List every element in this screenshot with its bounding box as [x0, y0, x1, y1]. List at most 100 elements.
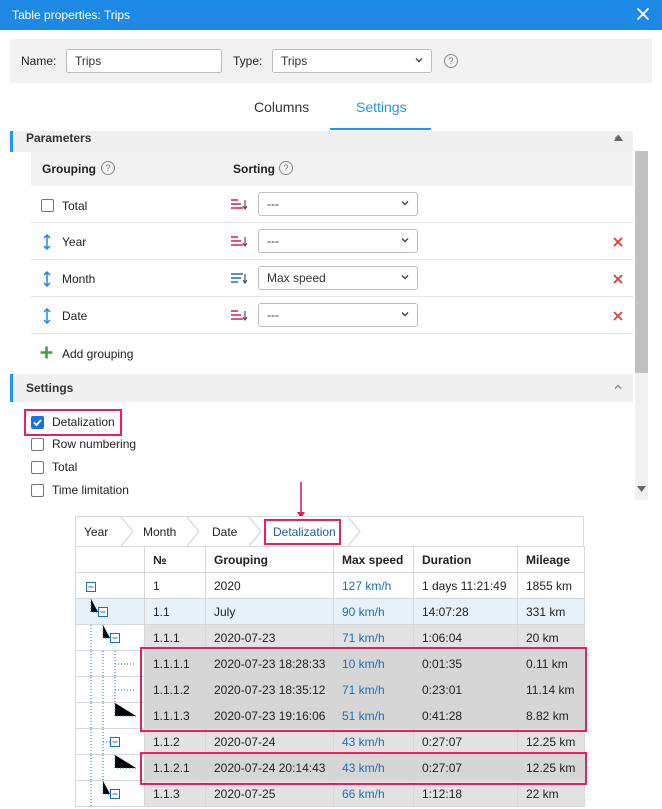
highlight-breadcrumb-detalization	[264, 519, 341, 545]
scrollbar-thumb[interactable]	[635, 151, 648, 373]
move-vertical-icon[interactable]	[43, 234, 51, 250]
tab-settings[interactable]: Settings	[356, 99, 407, 115]
tab-columns[interactable]: Columns	[254, 99, 309, 115]
grouping-row-label: Total	[62, 199, 88, 213]
total-setting-checkbox[interactable]	[31, 461, 44, 474]
table-properties-dialog: Table properties: Trips Name: Type: Trip…	[0, 0, 662, 500]
delete-icon[interactable]	[613, 274, 623, 284]
row-numbering-label: Row numbering	[52, 437, 137, 451]
row-number: 1.1.2	[144, 728, 206, 755]
sort-select[interactable]: Max speed	[258, 266, 418, 290]
collapse-icon[interactable]	[76, 781, 145, 807]
number-column-header[interactable]: №	[144, 546, 206, 573]
grouping-table: Grouping ? Sorting ? Total --- Year --- …	[31, 151, 633, 373]
grouping-column-header[interactable]: Grouping	[205, 546, 334, 573]
total-checkbox[interactable]	[41, 199, 54, 212]
sort-desc-icon[interactable]	[231, 310, 247, 322]
arrow-down-icon	[297, 482, 305, 519]
name-label: Name:	[21, 54, 57, 68]
row-grouping: July	[205, 598, 334, 625]
row-number: 1	[144, 572, 206, 599]
grouping-row-month: Month Max speed	[31, 260, 633, 297]
breadcrumb-date[interactable]: Date	[212, 525, 237, 539]
grouping-row-label: Year	[62, 235, 87, 249]
sort-select[interactable]: ---	[258, 229, 418, 253]
table-row[interactable]: 1.1.2 2020-07-24 43 km/h 0:27:07 12.25 k…	[75, 728, 585, 755]
tree-connector	[90, 755, 136, 780]
type-label: Type:	[233, 54, 263, 68]
scroll-down-arrow-icon[interactable]	[637, 486, 646, 492]
scroll-up-arrow-icon[interactable]	[614, 135, 623, 141]
max-speed-column-header[interactable]: Max speed	[333, 546, 414, 573]
name-input[interactable]	[66, 49, 222, 73]
check-icon	[33, 419, 42, 427]
move-vertical-icon[interactable]	[43, 271, 51, 287]
close-icon[interactable]	[636, 7, 650, 21]
delete-icon[interactable]	[613, 311, 623, 321]
chevron-down-icon	[401, 312, 409, 317]
grouping-header-label: Grouping	[42, 162, 96, 176]
breadcrumb-separator	[347, 517, 361, 546]
row-number: 1.1	[144, 598, 206, 625]
sort-lines-icon[interactable]	[231, 273, 247, 285]
grouping-row-label: Date	[62, 309, 88, 323]
sort-select-value: ---	[267, 234, 279, 248]
breadcrumb-year[interactable]: Year	[84, 525, 108, 539]
tree-connector	[90, 703, 136, 728]
settings-scroll-area: Parameters Grouping ? Sorting ? Total --…	[0, 131, 662, 500]
delete-icon[interactable]	[613, 237, 623, 247]
breadcrumb-month[interactable]: Month	[143, 525, 176, 539]
row-numbering-checkbox[interactable]	[31, 438, 44, 451]
help-icon[interactable]: ?	[279, 161, 293, 175]
row-grouping: 2020	[205, 572, 334, 599]
row-mileage: 1855 km	[517, 572, 585, 599]
row-mileage: 12.25 km	[517, 728, 585, 755]
row-duration: 0:27:07	[413, 728, 518, 755]
sort-select-value: ---	[267, 197, 279, 211]
plus-icon	[40, 346, 53, 359]
collapse-icon[interactable]	[76, 625, 145, 651]
chevron-down-icon	[401, 275, 409, 280]
type-select[interactable]: Trips	[272, 49, 432, 73]
add-grouping-label: Add grouping	[62, 347, 134, 361]
row-max-speed[interactable]: 43 km/h	[333, 728, 414, 755]
table-row[interactable]: 1.1 July 90 km/h 14:07:28 331 km	[75, 598, 585, 625]
add-grouping-button[interactable]: Add grouping	[31, 334, 633, 373]
sort-select[interactable]: ---	[258, 303, 418, 327]
row-max-speed[interactable]: 90 km/h	[333, 598, 414, 625]
settings-section-header[interactable]: Settings	[10, 374, 633, 402]
detalization-checkbox[interactable]	[31, 416, 44, 429]
collapse-icon[interactable]	[76, 729, 145, 755]
help-icon[interactable]: ?	[101, 161, 115, 175]
vertical-scrollbar[interactable]	[635, 151, 648, 500]
chevron-down-icon	[401, 238, 409, 243]
breadcrumb-separator	[120, 517, 134, 546]
move-vertical-icon[interactable]	[43, 308, 51, 324]
grouping-row-label: Month	[62, 272, 96, 286]
help-icon[interactable]: ?	[444, 54, 458, 68]
parameters-section-header[interactable]: Parameters	[10, 131, 633, 152]
total-setting-label: Total	[52, 460, 78, 474]
row-max-speed[interactable]: 127 km/h	[333, 572, 414, 599]
tree-connector	[90, 651, 136, 676]
time-limitation-checkbox[interactable]	[31, 484, 44, 497]
sort-select-value: ---	[267, 308, 279, 322]
tree-connector	[90, 677, 136, 702]
grouping-row-date: Date ---	[31, 297, 633, 334]
collapse-icon[interactable]	[76, 573, 145, 599]
dialog-titlebar: Table properties: Trips	[0, 0, 662, 30]
sort-select[interactable]: ---	[258, 192, 418, 216]
detalization-label: Detalization	[52, 415, 115, 429]
mileage-column-header[interactable]: Mileage	[517, 546, 585, 573]
duration-column-header[interactable]: Duration	[413, 546, 518, 573]
type-select-value: Trips	[281, 54, 308, 68]
sort-desc-icon[interactable]	[231, 236, 247, 248]
grouping-table-header: Grouping ? Sorting ?	[31, 151, 633, 186]
collapse-icon[interactable]	[76, 599, 145, 625]
sort-desc-icon[interactable]	[231, 199, 247, 211]
sorting-header-label: Sorting	[233, 162, 275, 176]
row-grouping: 2020-07-24	[205, 728, 334, 755]
tree-column-header	[75, 546, 145, 573]
row-duration: 1 days 11:21:49	[413, 572, 518, 599]
table-row[interactable]: 1 2020 127 km/h 1 days 11:21:49 1855 km	[75, 572, 585, 599]
